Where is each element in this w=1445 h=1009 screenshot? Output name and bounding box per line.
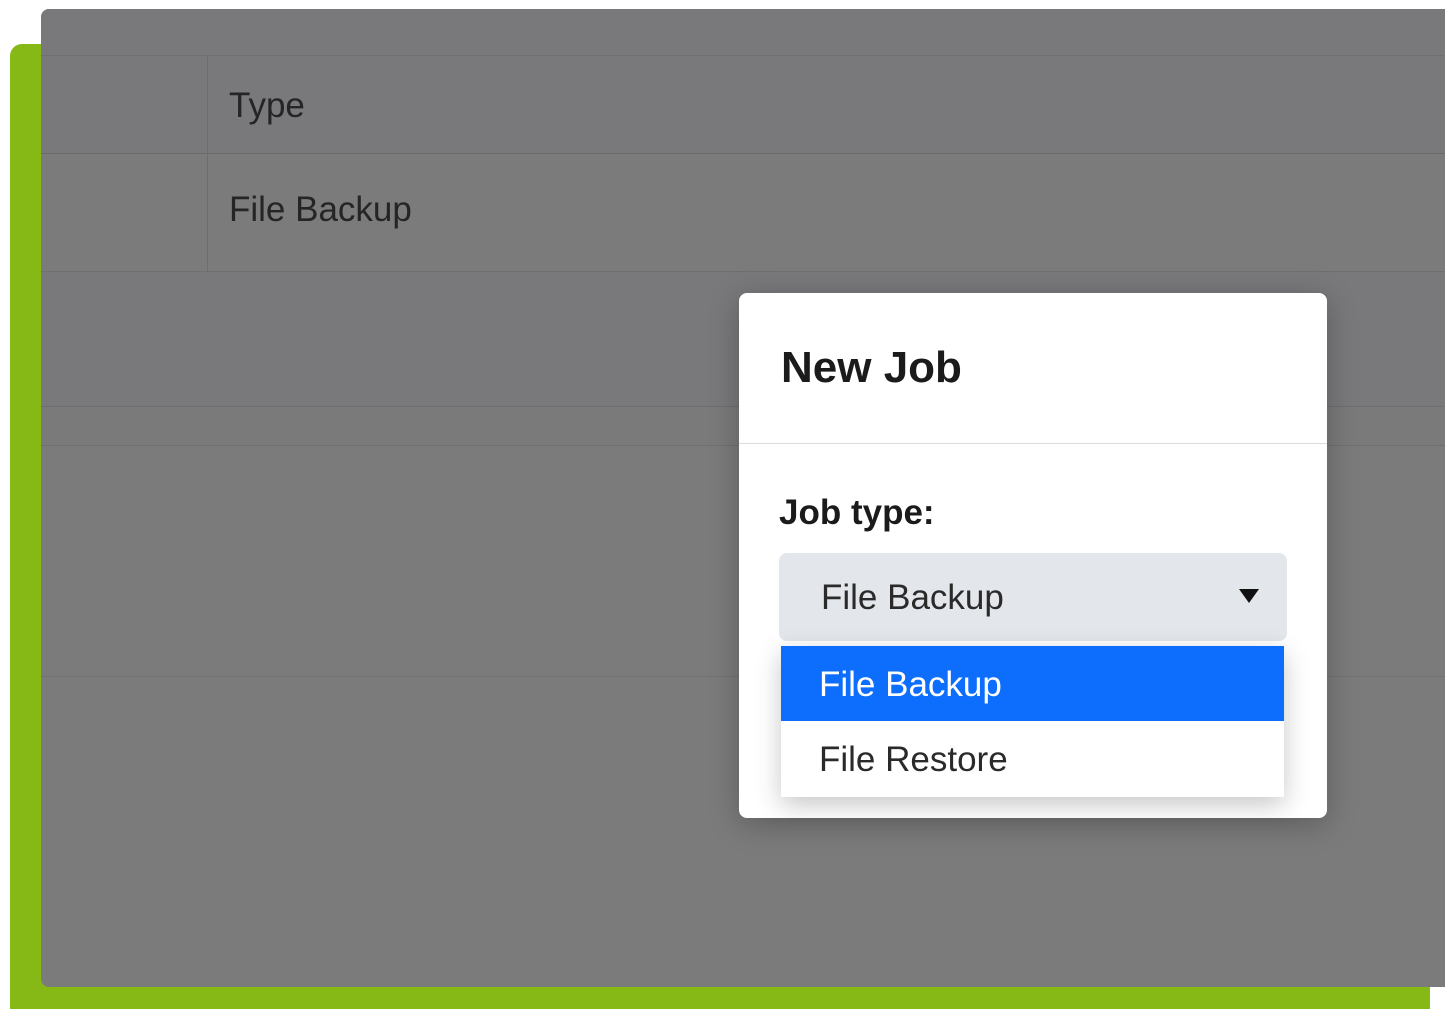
column-header-type: Type (229, 86, 305, 125)
job-type-label: Job type: (779, 493, 935, 532)
modal-header: New Job (739, 293, 1327, 444)
job-type-select[interactable]: File Backup (779, 553, 1287, 641)
job-type-select-value: File Backup (821, 578, 1004, 617)
table-top-strip (41, 9, 1445, 56)
job-type-dropdown: File Backup File Restore (781, 646, 1284, 797)
table-header-row: Type (41, 56, 1445, 154)
caret-down-icon (1239, 589, 1259, 603)
modal-title: New Job (781, 343, 962, 392)
option-label: File Restore (819, 740, 1008, 779)
option-file-backup[interactable]: File Backup (781, 646, 1284, 721)
cell-type: File Backup (229, 190, 412, 229)
option-label: File Backup (819, 665, 1002, 704)
option-file-restore[interactable]: File Restore (781, 721, 1284, 796)
column-divider (207, 56, 208, 272)
new-job-modal: New Job Job type: File Backup File Backu… (739, 293, 1327, 818)
table-row[interactable]: File Backup (41, 154, 1445, 272)
